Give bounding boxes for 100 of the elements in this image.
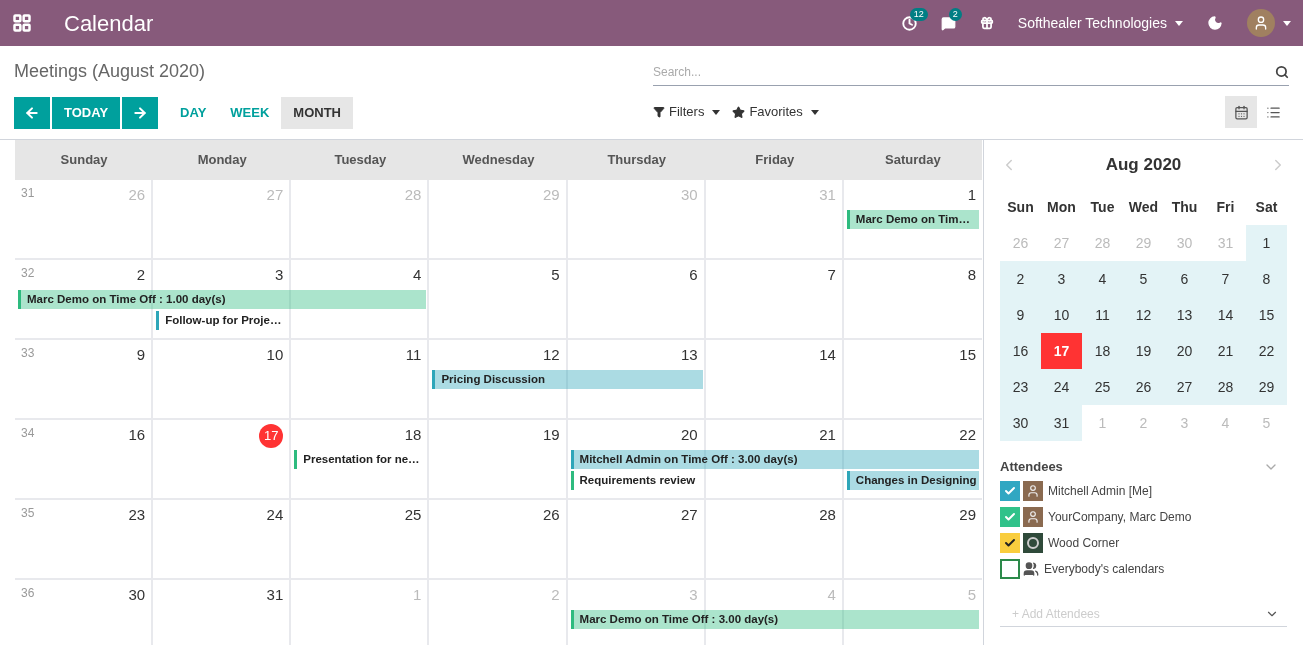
mini-day[interactable]: 30 (1000, 405, 1041, 441)
mini-day[interactable]: 27 (1164, 369, 1205, 405)
attendee-checkbox[interactable] (1000, 506, 1020, 527)
person-icon (1253, 15, 1269, 31)
mini-day[interactable]: 17 (1041, 333, 1082, 369)
attendee-name: Mitchell Admin [Me] (1048, 482, 1153, 500)
previous-button[interactable] (14, 97, 50, 129)
mini-day[interactable]: 9 (1000, 297, 1041, 333)
mini-day[interactable]: 29 (1246, 369, 1287, 405)
mini-day[interactable]: 23 (1000, 369, 1041, 405)
day-number: 20 (681, 425, 698, 445)
day-number: 11 (405, 345, 422, 365)
mini-weekday: Mon (1046, 197, 1077, 217)
list-icon (1265, 104, 1281, 120)
attendee-name: Everybody's calendars (1044, 560, 1165, 578)
week-number: 36 (21, 585, 35, 602)
search-icon[interactable] (1275, 64, 1289, 79)
day-number: 17 (259, 424, 284, 448)
mini-day[interactable]: 28 (1205, 369, 1246, 405)
dark-mode-icon[interactable] (1207, 15, 1223, 31)
mini-day[interactable]: 6 (1164, 261, 1205, 297)
day-number: 1 (967, 185, 976, 205)
day-number: 8 (967, 265, 976, 285)
mini-day[interactable]: 31 (1041, 405, 1082, 441)
mini-day[interactable]: 26 (1123, 369, 1164, 405)
calendar-event[interactable]: Follow-up for Proje… (156, 311, 289, 330)
weekday-header: Saturday (884, 151, 942, 170)
day-number: 27 (266, 185, 284, 205)
mini-day[interactable]: 16 (1000, 333, 1041, 369)
mini-weekday: Sat (1254, 197, 1279, 217)
day-number: 4 (827, 585, 836, 605)
mini-day[interactable]: 25 (1082, 369, 1123, 405)
calendar-event[interactable]: Presentation for ne… (294, 450, 427, 469)
attendee-checkbox[interactable] (1000, 480, 1020, 501)
mini-day[interactable]: 3 (1041, 261, 1082, 297)
user-menu[interactable] (1247, 9, 1291, 37)
mini-day[interactable]: 1 (1246, 225, 1287, 261)
event-title: Requirements review (579, 472, 696, 488)
mini-day[interactable]: 15 (1246, 297, 1287, 333)
mini-weekday: Fri (1215, 197, 1236, 217)
mini-day[interactable]: 22 (1246, 333, 1287, 369)
scale-tab[interactable]: MONTH (281, 97, 353, 129)
mini-day[interactable]: 21 (1205, 333, 1246, 369)
day-number: 30 (128, 585, 146, 605)
company-switcher[interactable]: Softhealer Technologies (1017, 13, 1183, 33)
search-field[interactable]: Search... (653, 58, 1275, 85)
calendar-event[interactable]: Pricing Discussion (432, 370, 703, 389)
day-number: 2 (551, 585, 560, 605)
calendar-event[interactable]: Requirements review (570, 471, 703, 490)
calendar-event[interactable]: Mitchell Admin on Time Off : 3.00 day(s) (570, 450, 979, 469)
event-title: Marc Demo on Tim… (855, 211, 970, 227)
activity-icon[interactable] (901, 15, 917, 31)
mini-day[interactable]: 5 (1123, 261, 1164, 297)
mini-day[interactable]: 12 (1123, 297, 1164, 333)
caret-icon (1283, 20, 1291, 26)
week-number: 35 (21, 505, 35, 522)
next-button[interactable] (122, 97, 159, 129)
day-number: 31 (266, 585, 284, 605)
attendees-title: Attendees (1000, 458, 1063, 476)
day-number: 5 (967, 585, 976, 605)
mini-day[interactable]: 19 (1123, 333, 1164, 369)
calendar-event[interactable]: Changes in Designing (846, 471, 979, 490)
gift-icon[interactable] (979, 16, 994, 30)
attendee-name: Wood Corner (1048, 534, 1120, 552)
day-number: 3 (689, 585, 698, 605)
mini-day[interactable]: 10 (1041, 297, 1082, 333)
calendar-event[interactable]: Marc Demo on Time Off : 1.00 day(s) (18, 290, 427, 309)
day-number: 13 (681, 345, 698, 365)
day-number: 31 (819, 185, 836, 205)
mini-day[interactable]: 2 (1000, 261, 1041, 297)
mini-day[interactable]: 20 (1164, 333, 1205, 369)
day-number: 15 (959, 345, 976, 365)
day-number: 3 (274, 265, 284, 285)
mini-day[interactable]: 11 (1082, 297, 1123, 333)
day-number: 25 (404, 505, 422, 525)
mini-day[interactable]: 24 (1041, 369, 1082, 405)
calendar-event[interactable]: Marc Demo on Time Off : 3.00 day(s) (570, 610, 979, 629)
day-number: 14 (819, 345, 836, 365)
day-number: 26 (128, 185, 146, 205)
day-number: 30 (681, 185, 698, 205)
day-number: 9 (136, 345, 146, 365)
mini-day[interactable]: 14 (1205, 297, 1246, 333)
attendee-checkbox[interactable] (1000, 558, 1020, 579)
day-number: 12 (542, 345, 560, 365)
caret-icon (810, 109, 819, 115)
chat-icon[interactable] (940, 15, 956, 31)
calendar-view-button[interactable] (1225, 96, 1257, 128)
mini-day[interactable]: 8 (1246, 261, 1287, 297)
mini-day[interactable]: 7 (1205, 261, 1246, 297)
mini-day[interactable]: 13 (1164, 297, 1205, 333)
weekday-header: Monday (196, 151, 248, 170)
mini-day[interactable]: 18 (1082, 333, 1123, 369)
mini-weekday: Thu (1170, 197, 1199, 217)
mini-day[interactable]: 4 (1082, 261, 1123, 297)
day-number: 21 (819, 425, 836, 445)
calendar-event[interactable]: Marc Demo on Tim… (846, 210, 979, 229)
group-icon (1023, 560, 1039, 577)
favorites-dropdown[interactable]: Favorites (732, 102, 819, 122)
apps-menu-icon[interactable] (12, 13, 32, 33)
filters-dropdown[interactable]: Filters (653, 102, 721, 122)
